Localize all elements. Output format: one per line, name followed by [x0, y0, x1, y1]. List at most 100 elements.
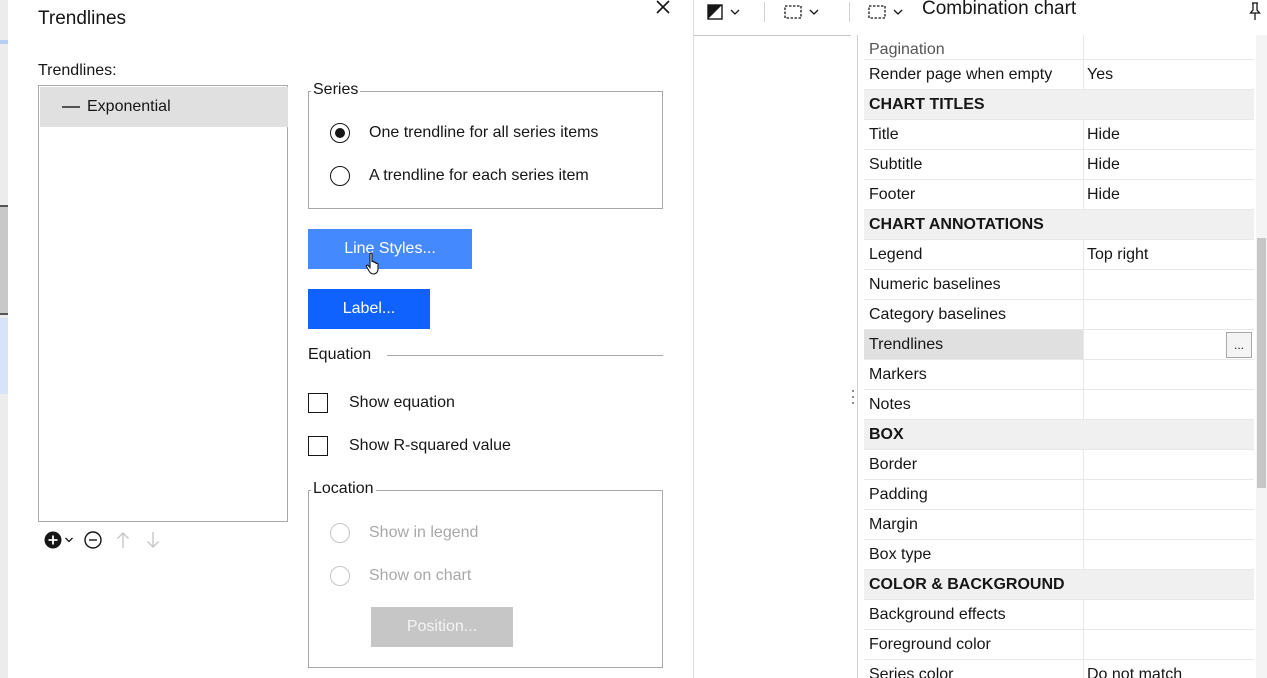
- radio-button[interactable]: [330, 566, 350, 586]
- line-styles-button[interactable]: Line Styles...: [308, 229, 472, 269]
- pin-button[interactable]: [1248, 1, 1262, 26]
- select-ancestor-button[interactable]: [867, 0, 905, 24]
- ellipsis-button[interactable]: ...: [1226, 332, 1252, 358]
- property-key: Foreground color: [869, 635, 991, 653]
- property-row[interactable]: Subtitle Hide: [864, 150, 1254, 180]
- list-item[interactable]: Exponential: [40, 87, 288, 127]
- background-canvas: [0, 0, 8, 678]
- background-selection: [0, 318, 8, 394]
- property-key: Category baselines: [869, 305, 1006, 323]
- property-value[interactable]: [1083, 510, 1254, 539]
- property-key: Legend: [869, 245, 923, 263]
- radio-button[interactable]: [330, 523, 350, 543]
- property-row[interactable]: Trendlines...: [864, 330, 1254, 360]
- contrast-button[interactable]: [706, 0, 742, 24]
- property-value[interactable]: [1083, 480, 1254, 509]
- property-value[interactable]: [1083, 630, 1254, 659]
- remove-button[interactable]: [82, 530, 104, 550]
- property-row[interactable]: Markers: [864, 360, 1254, 390]
- scrollbar-thumb[interactable]: [1257, 238, 1266, 488]
- property-key: Series color: [869, 665, 954, 678]
- radio-label: A trendline for each series item: [369, 167, 589, 184]
- select-marquee-icon: [868, 5, 886, 19]
- show-equation-checkbox[interactable]: Show equation: [308, 393, 455, 413]
- radio-one-trendline[interactable]: One trendline for all series items: [330, 123, 598, 143]
- background-highlight: [0, 40, 8, 44]
- label-button[interactable]: Label...: [308, 289, 430, 329]
- property-row[interactable]: Legend Top right: [864, 240, 1254, 270]
- position-button[interactable]: Position...: [371, 607, 513, 647]
- property-value[interactable]: [1083, 540, 1254, 569]
- property-row[interactable]: Background effects: [864, 600, 1254, 630]
- radio-trendline-each[interactable]: A trendline for each series item: [330, 166, 589, 186]
- property-row[interactable]: Border: [864, 450, 1254, 480]
- add-menu-button[interactable]: [62, 530, 76, 550]
- property-row[interactable]: Series color Do not match: [864, 660, 1254, 678]
- property-row[interactable]: Notes: [864, 390, 1254, 420]
- property-row-pagination[interactable]: Pagination: [864, 35, 1254, 60]
- app-root: Trendlines Trendlines: Exponential Serie…: [0, 0, 1267, 678]
- property-key: Notes: [869, 395, 911, 413]
- hand-cursor-icon: [365, 252, 383, 281]
- property-value[interactable]: Hide: [1083, 150, 1254, 179]
- checkbox-label: Show R-squared value: [349, 437, 511, 454]
- property-row[interactable]: Padding: [864, 480, 1254, 510]
- property-value-text: Hide: [1087, 125, 1120, 143]
- property-key: Trendlines: [864, 330, 1083, 359]
- trendlines-list[interactable]: Exponential: [38, 85, 288, 522]
- property-value[interactable]: [1083, 270, 1254, 299]
- chevron-down-icon: [809, 9, 819, 15]
- chevron-down-icon: [65, 537, 73, 543]
- property-row[interactable]: Numeric baselines: [864, 270, 1254, 300]
- dialog-title: Trendlines: [38, 8, 127, 29]
- property-value-text: Top right: [1087, 245, 1149, 263]
- trendlines-dialog: Trendlines Trendlines: Exponential Serie…: [8, 0, 694, 678]
- property-value[interactable]: Hide: [1083, 180, 1254, 209]
- property-row[interactable]: Margin: [864, 510, 1254, 540]
- radio-button[interactable]: [330, 166, 350, 186]
- property-value[interactable]: Top right: [1083, 240, 1254, 269]
- equation-title: Equation: [308, 346, 372, 363]
- move-up-button[interactable]: [112, 530, 134, 550]
- add-circle-icon: [44, 531, 62, 549]
- property-key: Numeric baselines: [869, 275, 1001, 293]
- property-value[interactable]: Do not match: [1083, 660, 1254, 678]
- series-group: Series One trendline for all series item…: [308, 81, 663, 209]
- add-button[interactable]: [44, 530, 62, 550]
- radio-show-in-legend[interactable]: Show in legend: [330, 523, 478, 543]
- property-value[interactable]: [1083, 390, 1254, 419]
- select-style-button[interactable]: [783, 0, 821, 24]
- checkbox[interactable]: [308, 393, 328, 413]
- property-key: Render page when empty: [869, 65, 1053, 83]
- properties-title: Combination chart: [922, 0, 1077, 19]
- property-value[interactable]: Hide: [1083, 120, 1254, 149]
- chevron-down-icon: [730, 9, 740, 15]
- property-section-header: COLOR & BACKGROUND: [864, 570, 1254, 600]
- property-row[interactable]: Box type: [864, 540, 1254, 570]
- panel-splitter-handle[interactable]: [851, 390, 855, 412]
- property-value[interactable]: [1083, 360, 1254, 389]
- property-row[interactable]: Category baselines: [864, 300, 1254, 330]
- show-r-squared-checkbox[interactable]: Show R-squared value: [308, 436, 511, 456]
- property-row[interactable]: Footer Hide: [864, 180, 1254, 210]
- close-icon: [656, 0, 670, 14]
- list-item-label: Exponential: [87, 98, 171, 115]
- property-value[interactable]: ...: [1083, 330, 1254, 359]
- property-value[interactable]: Yes: [1083, 60, 1254, 89]
- radio-show-on-chart[interactable]: Show on chart: [330, 566, 471, 586]
- property-row[interactable]: Title Hide: [864, 120, 1254, 150]
- property-section-header: CHART ANNOTATIONS: [864, 210, 1254, 240]
- property-value[interactable]: [1083, 600, 1254, 629]
- radio-button[interactable]: [330, 123, 350, 143]
- property-key: Pagination: [869, 41, 945, 58]
- property-row[interactable]: Foreground color: [864, 630, 1254, 660]
- checkbox[interactable]: [308, 436, 328, 456]
- property-value[interactable]: [1083, 450, 1254, 479]
- radio-label: Show on chart: [369, 567, 472, 584]
- property-value[interactable]: [1083, 300, 1254, 329]
- location-group: Location Show in legend Show on chart Po…: [308, 480, 663, 668]
- property-row[interactable]: Render page when empty Yes: [864, 60, 1254, 90]
- toolbar-separator: [764, 2, 765, 22]
- close-button[interactable]: [652, 0, 674, 18]
- move-down-button[interactable]: [142, 530, 164, 550]
